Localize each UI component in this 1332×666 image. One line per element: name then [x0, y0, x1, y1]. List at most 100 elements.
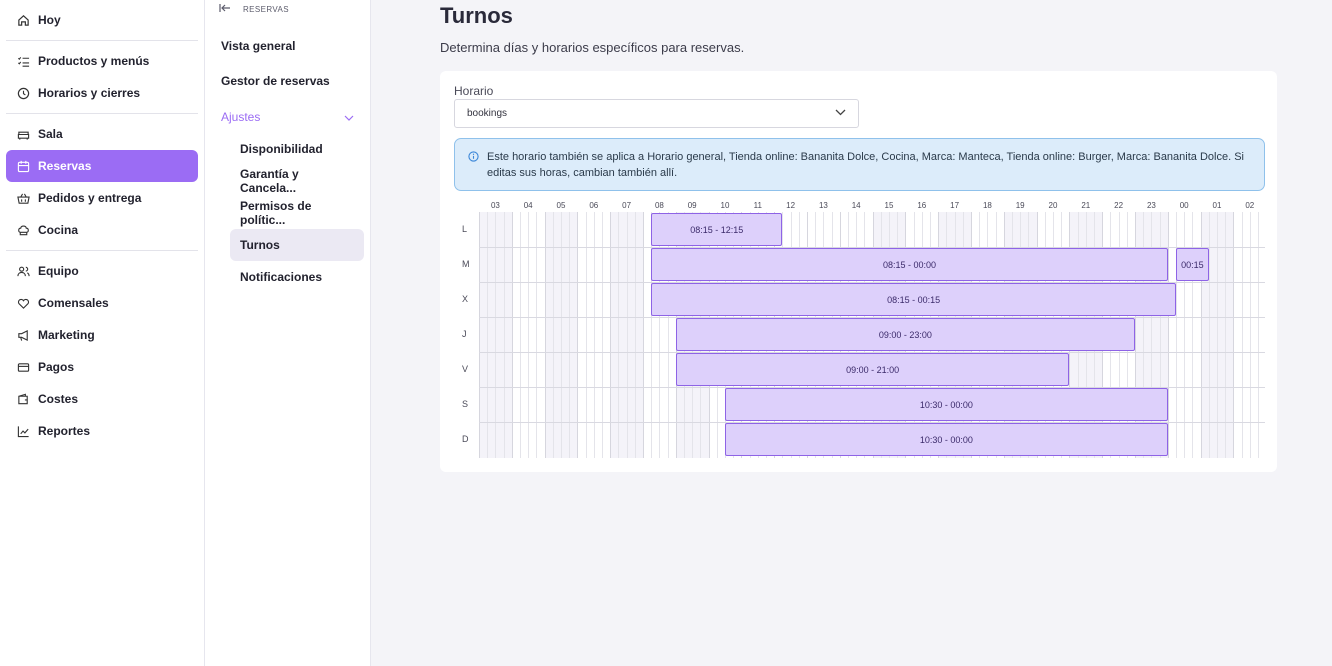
hour-label: 21	[1081, 201, 1091, 210]
hour-label: 01	[1212, 201, 1222, 210]
subnav-label: Vista general	[221, 39, 296, 53]
hour-label: 12	[786, 201, 796, 210]
hour-label: 19	[1015, 201, 1025, 210]
nav-item-horarios[interactable]: Horarios y cierres	[6, 77, 198, 109]
day-label: D	[462, 433, 469, 444]
subnav-item-gestor[interactable]: Gestor de reservas	[211, 65, 364, 97]
schedule-label: Horario	[454, 84, 494, 98]
subnav-item-disponibilidad[interactable]: Disponibilidad	[211, 133, 364, 165]
divider	[6, 250, 198, 251]
page-title: Turnos	[440, 3, 513, 28]
nav-item-sala[interactable]: Sala	[6, 118, 198, 150]
megaphone-icon	[16, 328, 30, 342]
nav-item-equipo[interactable]: Equipo	[6, 255, 198, 287]
nav-label: Productos y menús	[38, 54, 150, 68]
nav-label: Hoy	[38, 13, 61, 27]
divider	[6, 113, 198, 114]
subnav-label: Garantía y Cancela...	[240, 167, 299, 195]
day-label: X	[462, 293, 469, 304]
nav-item-pagos[interactable]: Pagos	[6, 351, 198, 383]
reservas-subnav: RESERVAS Vista general Gestor de reserva…	[205, 0, 371, 666]
grid-body[interactable]: 08:15 - 12:15 08:15 - 00:00 00:15 08:15 - 0…	[479, 212, 1265, 458]
chef-hat-icon	[16, 223, 30, 237]
hour-label: 23	[1146, 201, 1156, 210]
info-banner: Este horario también se aplica a Horario…	[454, 138, 1265, 191]
info-icon	[468, 151, 479, 162]
nav-label: Horarios y cierres	[38, 86, 141, 100]
nav-label: Costes	[38, 392, 79, 406]
nav-item-reportes[interactable]: Reportes	[6, 415, 198, 447]
nav-label: Pedidos y entrega	[38, 191, 142, 205]
chart-icon	[16, 424, 30, 438]
nav-label: Equipo	[38, 264, 79, 278]
shift-block[interactable]: 08:15 - 00:00	[651, 248, 1168, 281]
day-label: J	[462, 328, 467, 339]
hour-label: 00	[1179, 201, 1189, 210]
nav-item-comensales[interactable]: Comensales	[6, 287, 198, 319]
nav-item-cocina[interactable]: Cocina	[6, 214, 198, 246]
subnav-label: Permisos de polític...	[240, 199, 312, 227]
basket-icon	[16, 191, 30, 205]
day-label: L	[462, 223, 468, 234]
hour-label: 16	[917, 201, 927, 210]
shifts-grid: 03 04 05 06 07 08 09 10 11 12 13 14 15 16 17 18 19 20 21 22…	[454, 198, 1265, 460]
shift-block[interactable]: 09:00 - 23:00	[675, 318, 1135, 351]
shift-block[interactable]: 00:15	[1176, 248, 1209, 281]
subnav-group-ajustes[interactable]: Ajustes	[211, 101, 364, 133]
nav-label: Marketing	[38, 328, 95, 342]
checklist-icon	[16, 54, 30, 68]
subnav-item-turnos[interactable]: Turnos	[230, 229, 364, 261]
hour-label: 05	[556, 201, 566, 210]
shift-block[interactable]: 08:15 - 00:15	[651, 283, 1176, 316]
shifts-card: Horario bookings Este horario también se…	[440, 71, 1277, 472]
shift-block[interactable]: 10:30 - 00:00	[725, 423, 1168, 456]
schedule-select-value: bookings	[467, 108, 508, 119]
subnav-header: RESERVAS	[205, 0, 370, 18]
hour-label: 11	[753, 201, 762, 210]
subnav-title: RESERVAS	[243, 4, 290, 14]
hour-label: 22	[1114, 201, 1124, 210]
nav-label: Reportes	[38, 424, 91, 438]
subnav-label: Turnos	[240, 238, 280, 252]
subnav-label: Disponibilidad	[240, 142, 323, 156]
subnav-label: Notificaciones	[240, 270, 323, 284]
heart-hand-icon	[16, 296, 30, 310]
subnav-label: Ajustes	[221, 110, 261, 124]
shift-block[interactable]: 10:30 - 00:00	[725, 388, 1168, 421]
shift-block[interactable]: 09:00 - 21:00	[675, 353, 1070, 386]
main-sidebar: Hoy Productos y menús Horarios y cierres…	[0, 0, 205, 666]
nav-item-hoy[interactable]: Hoy	[6, 4, 198, 36]
wallet-icon	[16, 392, 30, 406]
subnav-item-garantia[interactable]: Garantía y Cancela...	[211, 165, 364, 197]
nav-label: Pagos	[38, 360, 75, 374]
hour-label: 04	[523, 201, 533, 210]
nav-item-reservas[interactable]: Reservas	[6, 150, 198, 182]
divider	[6, 40, 198, 41]
hour-label: 06	[589, 201, 599, 210]
subnav-label: Gestor de reservas	[221, 74, 330, 88]
hour-label: 10	[720, 201, 730, 210]
day-label: S	[462, 398, 469, 409]
nav-label: Cocina	[38, 223, 79, 237]
nav-item-marketing[interactable]: Marketing	[6, 319, 198, 351]
subnav-item-vista-general[interactable]: Vista general	[211, 30, 364, 62]
nav-item-costes[interactable]: Costes	[6, 383, 198, 415]
subnav-item-notificaciones[interactable]: Notificaciones	[211, 261, 364, 293]
schedule-select[interactable]: bookings	[454, 99, 859, 128]
calendar-icon	[16, 159, 30, 173]
hour-label: 02	[1245, 201, 1255, 210]
hour-label: 09	[687, 201, 697, 210]
nav-item-pedidos[interactable]: Pedidos y entrega	[6, 182, 198, 214]
chevron-down-icon	[344, 110, 354, 124]
shift-block[interactable]: 08:15 - 12:15	[651, 213, 783, 246]
page-subtitle: Determina días y horarios específicos pa…	[440, 40, 745, 55]
subnav-item-permisos[interactable]: Permisos de polític...	[211, 197, 364, 229]
hour-label: 03	[490, 201, 500, 210]
nav-label: Comensales	[38, 296, 109, 310]
nav-label: Reservas	[38, 159, 92, 173]
collapse-icon[interactable]	[219, 3, 231, 15]
nav-item-productos[interactable]: Productos y menús	[6, 45, 198, 77]
hour-label: 18	[982, 201, 992, 210]
sofa-icon	[16, 127, 30, 141]
clock-icon	[16, 86, 30, 100]
